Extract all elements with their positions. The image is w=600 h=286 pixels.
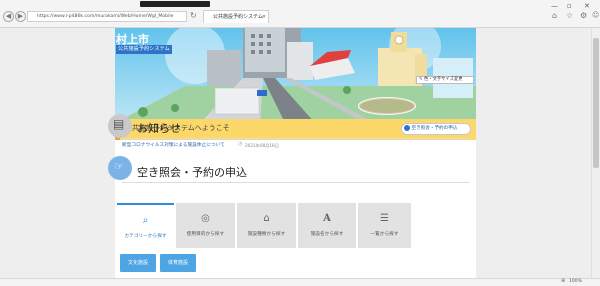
zoom-icon[interactable]: ⊕ xyxy=(561,278,565,284)
news-item-clock-icon: ◷ xyxy=(238,141,243,147)
close-window-icon[interactable]: ✕ xyxy=(584,2,590,10)
sports-facility-button[interactable]: 体育施設 xyxy=(160,254,196,272)
minimize-icon[interactable]: — xyxy=(551,2,558,10)
refresh-icon[interactable]: ↻ xyxy=(190,11,197,20)
culture-facility-button[interactable]: 文化施設 xyxy=(120,254,156,272)
forward-button[interactable]: ▶ xyxy=(15,11,26,22)
reserve-circle-icon xyxy=(404,124,410,131)
news-divider xyxy=(122,138,470,139)
tab-close-icon[interactable]: ✕ xyxy=(262,11,266,23)
address-bar[interactable]: https://www.l-p486k.com/murakami/Web/Hom… xyxy=(27,11,187,22)
tab-title: 公共施設予約システム xyxy=(213,14,263,20)
tab-facility-type[interactable]: ⌂ 施設種類から探す xyxy=(237,203,296,248)
news-item-link[interactable]: 新型コロナウイルス対策による施設休止について xyxy=(122,142,225,148)
vertical-scrollbar[interactable] xyxy=(591,28,600,278)
building-icon: ⌂ xyxy=(263,213,270,224)
tab-category[interactable]: ⌕ カテゴリーから探す xyxy=(117,203,174,248)
list-icon: ☰ xyxy=(380,213,389,224)
browser-tab[interactable]: 公共施設予約システム ✕ xyxy=(203,10,269,23)
tab-category-label: カテゴリーから探す xyxy=(124,234,167,239)
pencil-icon: ✎ xyxy=(419,77,423,82)
tab-purpose[interactable]: ◎ 使用目的から探す xyxy=(176,203,235,248)
reserve-divider xyxy=(122,182,470,183)
browser-toolbar: — ▫ ✕ ◀ ▶ https://www.l-p486k.com/muraka… xyxy=(0,0,600,28)
tab-facility-type-label: 施設種類から探す xyxy=(247,232,286,237)
compass-icon: ◎ xyxy=(201,213,210,224)
search-icon: ⌕ xyxy=(142,215,149,226)
newspaper-icon: ▤ xyxy=(113,117,125,131)
address-text: https://www.l-p486k.com/murakami/Web/Hom… xyxy=(37,14,174,19)
news-heading: お知らせ xyxy=(137,122,181,135)
smiley-icon[interactable]: ☺ xyxy=(592,11,599,19)
status-bar: ⊕ 100% xyxy=(0,278,600,286)
hand-pointer-icon: ☞ xyxy=(114,160,124,173)
system-name-badge: 公共施設予約システム xyxy=(116,45,172,54)
tab-facility-name[interactable]: A 施設名から探す xyxy=(298,203,356,248)
reserve-heading: 空き照会・予約の申込 xyxy=(137,166,247,179)
tab-facility-name-label: 施設名から探す xyxy=(310,232,344,237)
reserve-button-label: 空き照会・予約の申込 xyxy=(411,126,458,131)
maximize-icon[interactable]: ▫ xyxy=(567,2,572,10)
tab-list-label: 一覧から探す xyxy=(370,232,399,237)
settings-gear-icon[interactable]: ⚙ xyxy=(580,11,587,20)
font-size-button[interactable]: ✎ 色・文字サイズ変更 xyxy=(416,76,474,84)
reserve-button[interactable]: 空き照会・予約の申込 xyxy=(401,123,471,135)
tab-list[interactable]: ☰ 一覧から探す xyxy=(358,203,411,248)
news-item-date: 2021年08月18日 xyxy=(245,143,279,148)
favorites-star-icon[interactable]: ☆ xyxy=(566,11,573,20)
browser-title-strip xyxy=(140,1,210,7)
page-viewport: 村上市 公共施設予約システム ✎ 色・文字サイズ変更 公共施設予約システムへよう… xyxy=(0,28,600,278)
font-size-label: 色・文字サイズ変更 xyxy=(423,77,463,82)
scrollbar-thumb[interactable] xyxy=(593,38,599,168)
home-icon[interactable]: ⌂ xyxy=(552,11,557,20)
zoom-level[interactable]: 100% xyxy=(569,279,582,284)
back-button[interactable]: ◀ xyxy=(3,11,14,22)
font-icon: A xyxy=(323,213,331,224)
tab-purpose-label: 使用目的から探す xyxy=(186,232,225,237)
